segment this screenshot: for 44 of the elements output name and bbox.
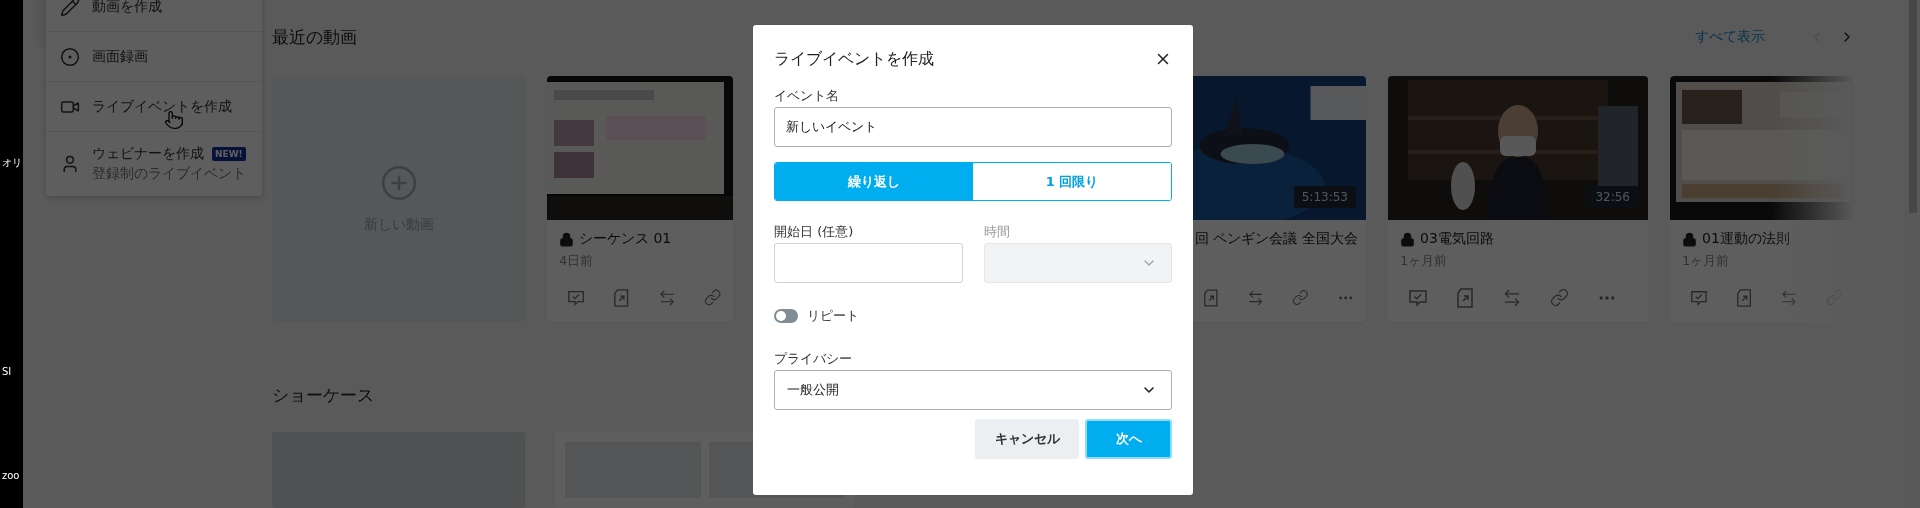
record-icon	[60, 46, 80, 67]
desktop-label: SI	[1, 366, 12, 378]
document-arrow-icon[interactable]	[613, 287, 630, 308]
pencil-icon	[60, 0, 80, 17]
comment-check-icon[interactable]	[1408, 287, 1428, 308]
person-icon	[60, 154, 80, 174]
duration-badge: 32:56	[1587, 186, 1638, 209]
schedule-tab[interactable]: 繰り返し	[775, 163, 973, 200]
video-title: 03電気回路	[1420, 230, 1494, 249]
document-arrow-icon[interactable]	[1203, 287, 1219, 308]
privacy-select[interactable]: 一般公開	[774, 370, 1172, 410]
new-badge: NEW!	[212, 147, 246, 161]
field-label: 開始日 (任意)	[774, 223, 855, 241]
menu-item[interactable]: 画面録画	[46, 32, 262, 82]
section-title: ショーケース	[272, 383, 374, 407]
add-icon	[379, 164, 418, 203]
desktop-label: zoo	[1, 470, 20, 482]
section-title: 最近の動画	[272, 25, 358, 49]
swap-icon[interactable]	[1502, 287, 1522, 308]
video-title: シーケンス 01	[579, 230, 672, 249]
field-label: プライバシー	[774, 350, 853, 368]
menu-item-label: ウェビナーを作成	[92, 145, 204, 163]
link-icon[interactable]	[1292, 287, 1309, 307]
start-date-field[interactable]	[774, 243, 963, 283]
repeat-toggle[interactable]	[774, 309, 798, 323]
toggle-label: リピート	[807, 307, 859, 325]
duration-badge: 5:13:53	[1293, 186, 1356, 209]
menu-item[interactable]: ライブイベントを作成	[46, 82, 262, 132]
dialog-title: ライブイベントを作成	[774, 48, 934, 70]
view-all-link[interactable]: すべて表示	[1695, 28, 1765, 47]
link-icon[interactable]	[703, 287, 721, 307]
next-button[interactable]: 次へ	[1085, 419, 1172, 459]
document-arrow-icon[interactable]	[1735, 287, 1753, 308]
document-arrow-icon[interactable]	[1456, 287, 1474, 308]
cancel-button[interactable]: キャンセル	[975, 419, 1079, 459]
menu-item-label: ライブイベントを作成	[92, 97, 232, 116]
desktop-label: オリ	[1, 157, 22, 169]
menu-item-label: 画面録画	[92, 47, 148, 66]
field-label: 時間	[983, 223, 1011, 241]
event-name-field[interactable]: 新しいイベント	[774, 107, 1172, 147]
field-label: イベント名	[774, 87, 840, 105]
link-icon[interactable]	[1550, 287, 1569, 307]
video-title: 01運動の法則	[1702, 230, 1790, 249]
video-title: 回 ペンギン会議 全国大会	[1195, 230, 1358, 249]
